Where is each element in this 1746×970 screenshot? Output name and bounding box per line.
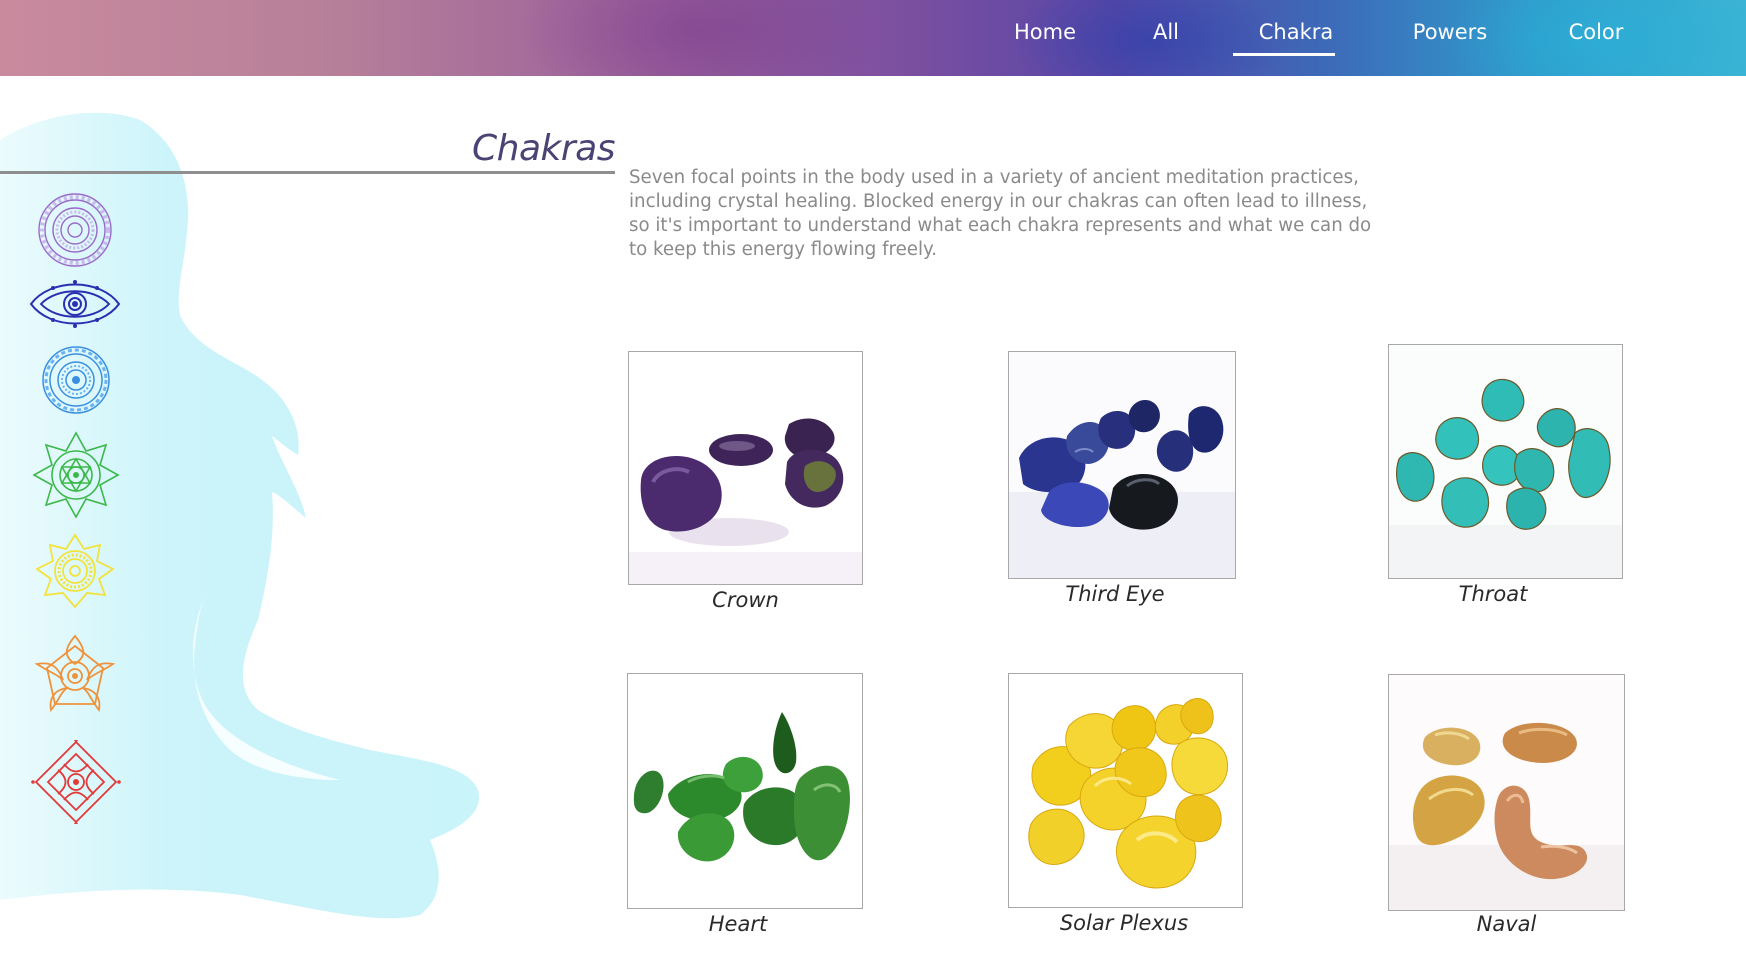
naval-label: Naval — [1476, 912, 1537, 936]
solar-plexus-chakra-icon — [35, 533, 115, 609]
naval-stone-image[interactable] — [1388, 674, 1625, 911]
turquoise-stones-image — [1389, 345, 1622, 578]
nav-chakra[interactable]: Chakra — [1233, 20, 1335, 56]
sacral-chakra-icon — [34, 634, 116, 713]
main-nav: Home All Chakra Powers Color — [0, 0, 1746, 76]
gold-nugget-stones-image — [1389, 675, 1624, 910]
third-eye-stone-image[interactable] — [1008, 351, 1236, 579]
crown-stone-image[interactable] — [628, 351, 863, 585]
crown-chakra-icon — [38, 193, 112, 267]
solar-plexus-stone-image[interactable] — [1008, 673, 1243, 908]
crown-label: Crown — [712, 588, 779, 612]
heart-stone-image[interactable] — [627, 673, 863, 909]
page-description: Seven focal points in the body used in a… — [629, 167, 1372, 260]
title-underline — [0, 171, 615, 174]
root-chakra-icon — [31, 740, 121, 824]
nav-powers[interactable]: Powers — [1408, 20, 1492, 52]
nav-all[interactable]: All — [1150, 20, 1182, 52]
heart-chakra-icon — [32, 431, 120, 519]
throat-chakra-icon — [42, 346, 110, 414]
nav-home[interactable]: Home — [1008, 20, 1082, 52]
third-eye-label: Third Eye — [1065, 582, 1165, 606]
nav-color[interactable]: Color — [1566, 20, 1626, 52]
header-banner: Home All Chakra Powers Color — [0, 0, 1746, 76]
page-title: Chakras — [472, 128, 615, 169]
throat-stone-image[interactable] — [1388, 344, 1623, 579]
jade-stones-image — [628, 674, 862, 908]
citrine-stones-image — [1009, 674, 1242, 907]
amethyst-stones-image — [629, 352, 862, 584]
throat-label: Throat — [1458, 582, 1528, 606]
solar-plexus-label: Solar Plexus — [1059, 911, 1189, 935]
sodalite-stones-image — [1009, 352, 1235, 578]
heart-label: Heart — [708, 912, 768, 936]
third-eye-chakra-icon — [29, 280, 121, 328]
